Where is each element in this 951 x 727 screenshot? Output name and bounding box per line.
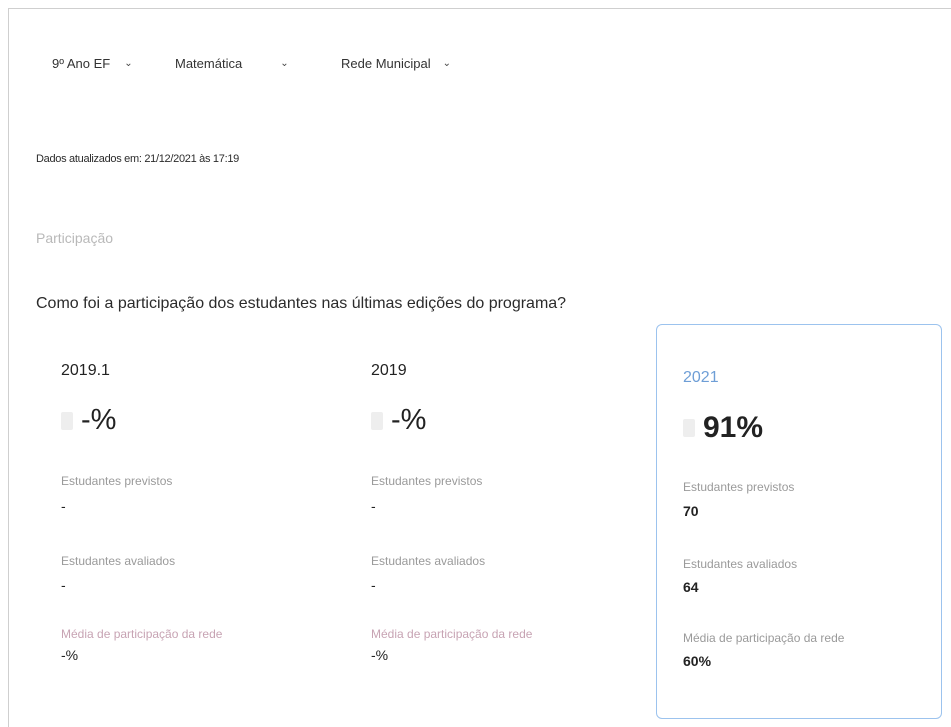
- network-select[interactable]: Rede Municipal ⌄: [341, 56, 451, 71]
- network-average-label: Média de participação da rede: [61, 627, 223, 641]
- network-average-value: -%: [371, 647, 389, 663]
- evaluated-students-value: -: [371, 577, 376, 593]
- participation-card-2019[interactable]: 2019 -% Estudantes previstos - Estudante…: [345, 324, 631, 719]
- card-percent-row: -%: [371, 404, 426, 437]
- grade-select[interactable]: 9º Ano EF ⌄: [52, 56, 175, 71]
- card-percent-row: 91%: [683, 411, 763, 445]
- chevron-down-icon: ⌄: [124, 58, 133, 69]
- expected-students-value: -: [61, 498, 66, 514]
- network-select-value: Rede Municipal: [341, 56, 431, 71]
- evaluated-students-value: -: [61, 577, 66, 593]
- chevron-down-icon: ⌄: [442, 58, 451, 69]
- evaluated-students-label: Estudantes avaliados: [371, 554, 486, 568]
- card-year: 2021: [683, 369, 719, 386]
- subject-select[interactable]: Matemática ⌄: [175, 56, 341, 71]
- network-average-value: 60%: [683, 653, 712, 669]
- expected-students-value: 70: [683, 503, 699, 519]
- participation-card-2021[interactable]: 2021 91% Estudantes previstos 70 Estudan…: [656, 324, 942, 719]
- subject-select-value: Matemática: [175, 56, 243, 71]
- card-percent: -%: [391, 404, 427, 436]
- card-percent-row: -%: [61, 404, 116, 437]
- expected-students-value: -: [371, 498, 376, 514]
- filter-bar: 9º Ano EF ⌄ Matemática ⌄ Rede Municipal …: [52, 56, 451, 71]
- last-updated-text: Dados atualizados em: 21/12/2021 às 17:1…: [36, 153, 239, 165]
- evaluated-students-value: 64: [683, 579, 699, 595]
- grade-select-value: 9º Ano EF: [52, 56, 111, 71]
- expected-students-label: Estudantes previstos: [61, 474, 173, 488]
- placeholder-icon: [683, 419, 695, 437]
- section-question: Como foi a participação dos estudantes n…: [36, 295, 567, 312]
- placeholder-icon: [61, 411, 73, 430]
- section-title: Participação: [36, 230, 114, 246]
- card-year: 2019.1: [61, 362, 110, 379]
- participation-card-2019-1[interactable]: 2019.1 -% Estudantes previstos - Estudan…: [35, 324, 321, 719]
- card-percent: 91%: [703, 411, 764, 444]
- card-year: 2019: [371, 362, 407, 379]
- evaluated-students-label: Estudantes avaliados: [61, 554, 176, 568]
- network-average-label: Média de participação da rede: [683, 631, 845, 645]
- evaluated-students-label: Estudantes avaliados: [683, 557, 798, 571]
- network-average-label: Média de participação da rede: [371, 627, 533, 641]
- expected-students-label: Estudantes previstos: [683, 480, 795, 494]
- expected-students-label: Estudantes previstos: [371, 474, 483, 488]
- chevron-down-icon: ⌄: [280, 58, 289, 69]
- placeholder-icon: [371, 411, 383, 430]
- network-average-value: -%: [61, 647, 79, 663]
- card-percent: -%: [81, 404, 117, 436]
